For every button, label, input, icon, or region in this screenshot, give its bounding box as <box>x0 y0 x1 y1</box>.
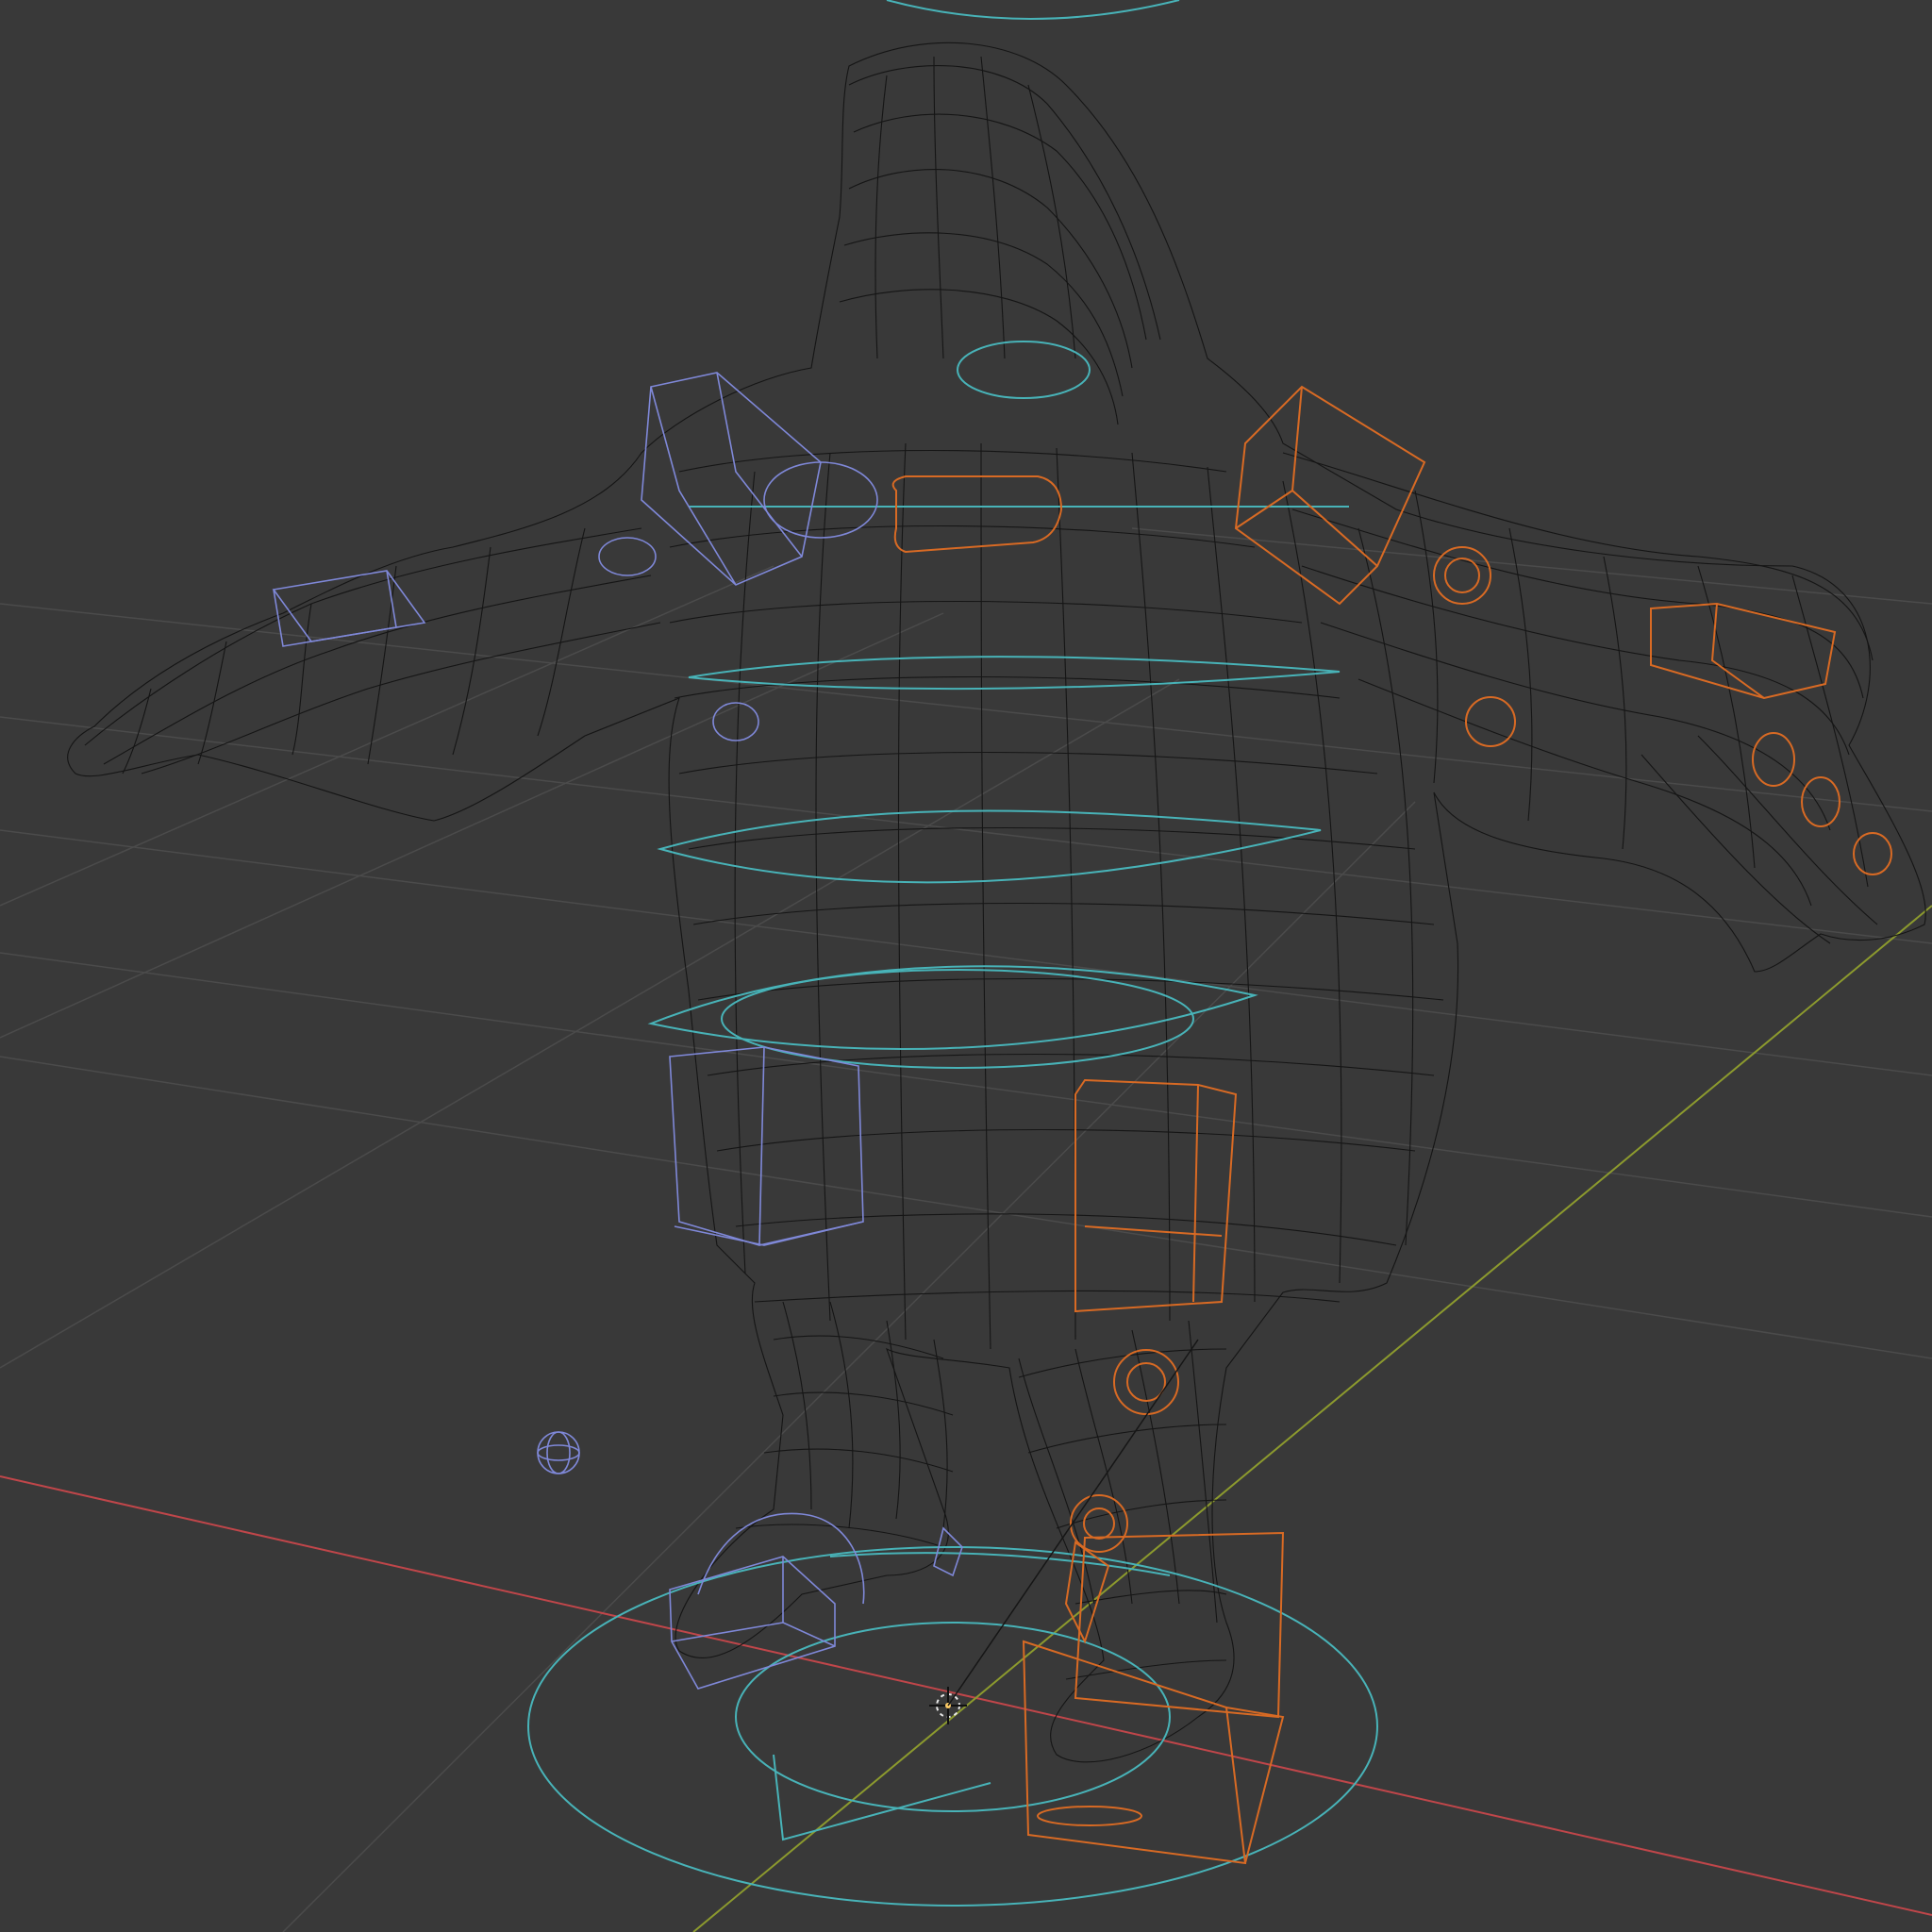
floor-grid <box>0 527 1932 1932</box>
character-mesh[interactable] <box>67 42 1926 1763</box>
rig-controls-center[interactable] <box>527 0 1378 1907</box>
3d-viewport[interactable] <box>0 0 1932 1932</box>
x-axis-line <box>0 1475 1932 1916</box>
relationship-line <box>947 1339 1199 1707</box>
rig-controls-left[interactable] <box>272 372 963 1690</box>
y-axis-line <box>692 905 1932 1932</box>
viewport-canvas[interactable] <box>0 0 1932 1932</box>
